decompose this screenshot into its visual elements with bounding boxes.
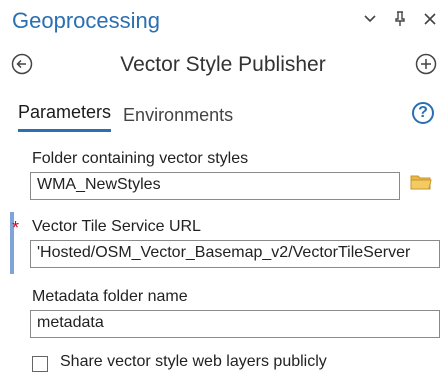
tool-nav-row: Vector Style Publisher [0,52,446,88]
folder-input[interactable]: WMA_NewStyles [30,172,400,200]
url-label: Vector Tile Service URL [32,218,201,235]
folder-icon[interactable] [410,173,432,191]
share-publicly-checkbox[interactable] [32,356,48,372]
add-button[interactable] [414,52,438,76]
close-icon[interactable] [422,9,438,29]
metadata-label: Metadata folder name [32,288,188,305]
tab-parameters[interactable]: Parameters [18,102,112,132]
metadata-input[interactable]: metadata [30,310,440,338]
pin-icon[interactable] [392,9,408,29]
folder-label: Folder containing vector styles [32,150,249,167]
share-publicly-label: Share vector style web layers publicly [60,353,327,370]
help-icon[interactable]: ? [412,102,434,124]
required-asterisk: * [12,218,20,238]
plus-circle-icon [415,53,437,75]
chevron-down-icon[interactable] [362,9,378,29]
tab-environments[interactable]: Environments [123,105,233,132]
url-input[interactable]: 'Hosted/OSM_Vector_Basemap_v2/VectorTile… [30,240,440,268]
pane-controls [362,9,438,29]
pane-title: Geoprocessing [12,8,160,33]
tool-title: Vector Style Publisher [120,53,326,76]
tab-strip: Parameters Environments [18,102,233,132]
